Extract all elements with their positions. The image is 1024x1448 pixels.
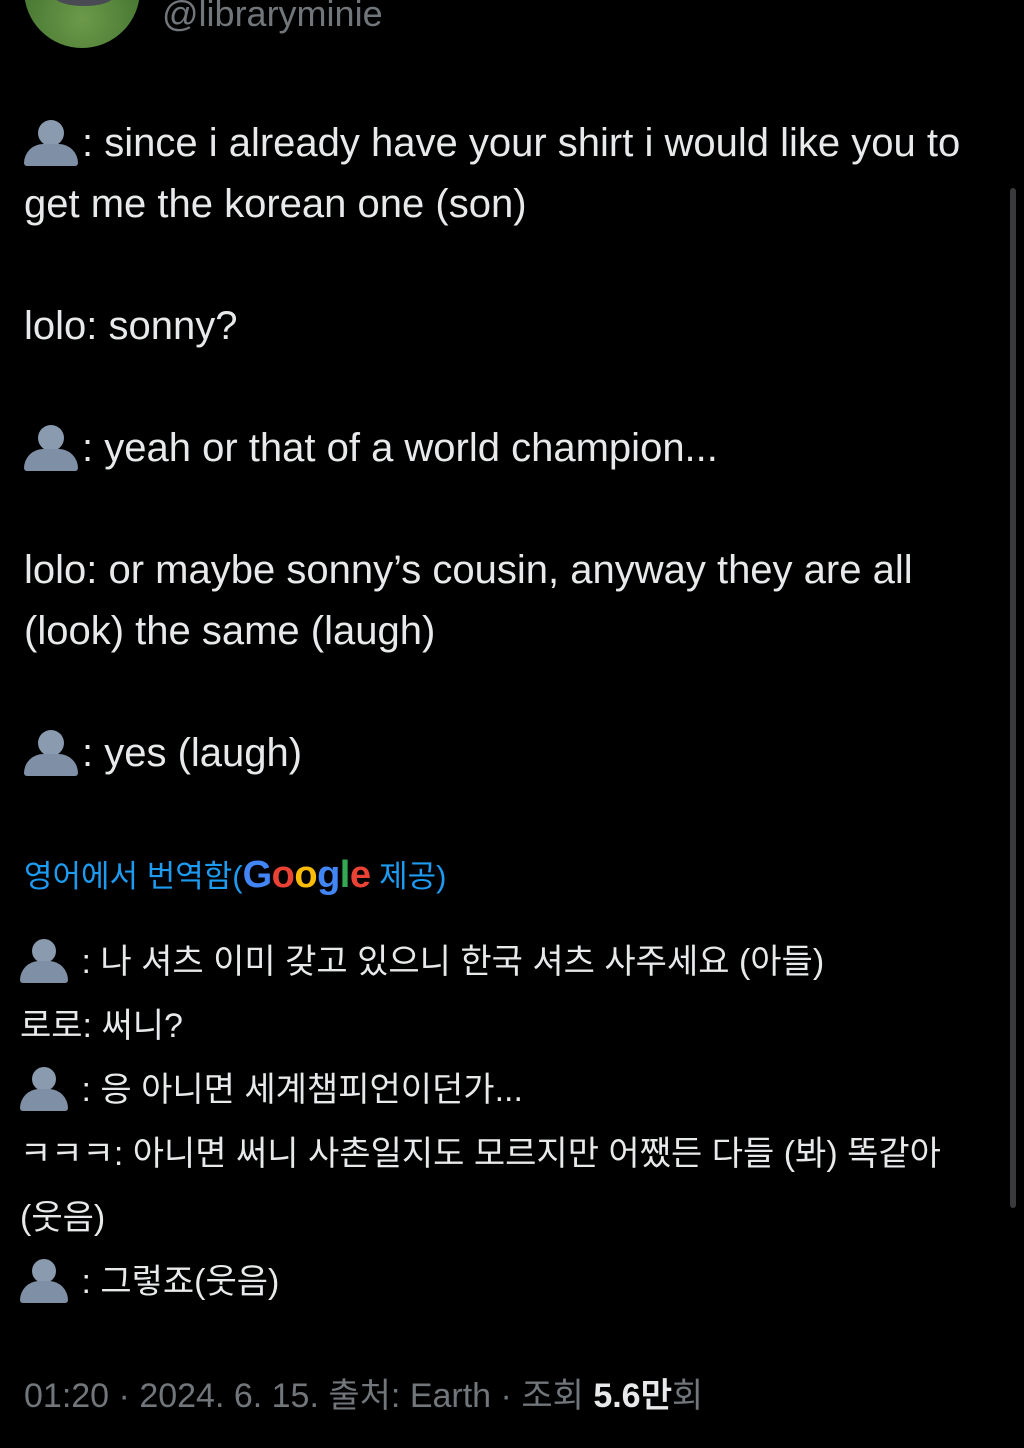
person-silhouette-icon (24, 120, 78, 166)
scrollbar[interactable] (1010, 188, 1016, 1208)
views-label: 조회 (521, 1377, 594, 1415)
translated-text: : 나 셔츠 이미 갖고 있으니 한국 셔츠 사주세요 (아들) 로로: 써니?… (20, 930, 990, 1314)
person-silhouette-icon (24, 730, 78, 776)
person-silhouette-icon (24, 425, 78, 471)
person-silhouette-icon (20, 1259, 68, 1303)
tweet-line-text: : yes (laugh) (82, 731, 303, 775)
tweet-metadata: 01:20 · 2024. 6. 15. 출처: Earth · 조회 5.6만… (24, 1370, 703, 1422)
tweet-line: lolo: or maybe sonny’s cousin, anyway th… (24, 548, 913, 653)
tweet-line-text: : yeah or that of a world champion... (82, 426, 718, 470)
tweet-line: lolo: sonny? (24, 304, 238, 348)
person-silhouette-icon (20, 939, 68, 983)
person-silhouette-icon (20, 1067, 68, 1111)
provided-label: 제공) (370, 859, 447, 894)
separator-dot: · (491, 1377, 522, 1415)
tweet-time[interactable]: 01:20 (24, 1377, 109, 1415)
tweet-line-text: : since i already have your shirt i woul… (24, 121, 961, 226)
translated-from-label: 영어에서 번역함( (24, 859, 243, 894)
google-logo: Google (242, 854, 371, 896)
user-handle[interactable]: @libraryminie (162, 0, 383, 38)
translated-line: ㅋㅋㅋ: 아니면 써니 사촌일지도 모르지만 어쨌든 다들 (봐) 똑같아 (웃… (20, 1135, 941, 1237)
avatar[interactable] (24, 0, 140, 48)
translated-by-google-link[interactable]: 영어에서 번역함(Google 제공) (24, 850, 446, 900)
tweet-source: 출처: Earth (318, 1377, 492, 1415)
translated-line: : 응 아니면 세계챔피언이던가... (20, 1058, 990, 1122)
tweet-date[interactable]: 2024. 6. 15. (139, 1377, 319, 1415)
separator-dot: · (109, 1377, 140, 1415)
translated-line-text: : 응 아니면 세계챔피언이던가... (72, 1071, 523, 1109)
tweet-text: : since i already have your shirt i woul… (24, 113, 984, 784)
avatar-icon (54, 0, 114, 6)
translated-line: 로로: 써니? (20, 1007, 183, 1045)
translated-line: : 나 셔츠 이미 갖고 있으니 한국 셔츠 사주세요 (아들) (20, 930, 990, 994)
translated-line-text: : 그렇죠(웃음) (72, 1263, 280, 1301)
translated-line: : 그렇죠(웃음) (20, 1250, 990, 1314)
tweet-line: : yeah or that of a world champion... (24, 418, 984, 479)
translated-line-text: : 나 셔츠 이미 갖고 있으니 한국 셔츠 사주세요 (아들) (72, 943, 825, 981)
views-count[interactable]: 5.6만 (593, 1377, 672, 1415)
views-suffix: 회 (671, 1377, 704, 1415)
tweet-line: : yes (laugh) (24, 723, 984, 784)
tweet-line: : since i already have your shirt i woul… (24, 113, 984, 235)
